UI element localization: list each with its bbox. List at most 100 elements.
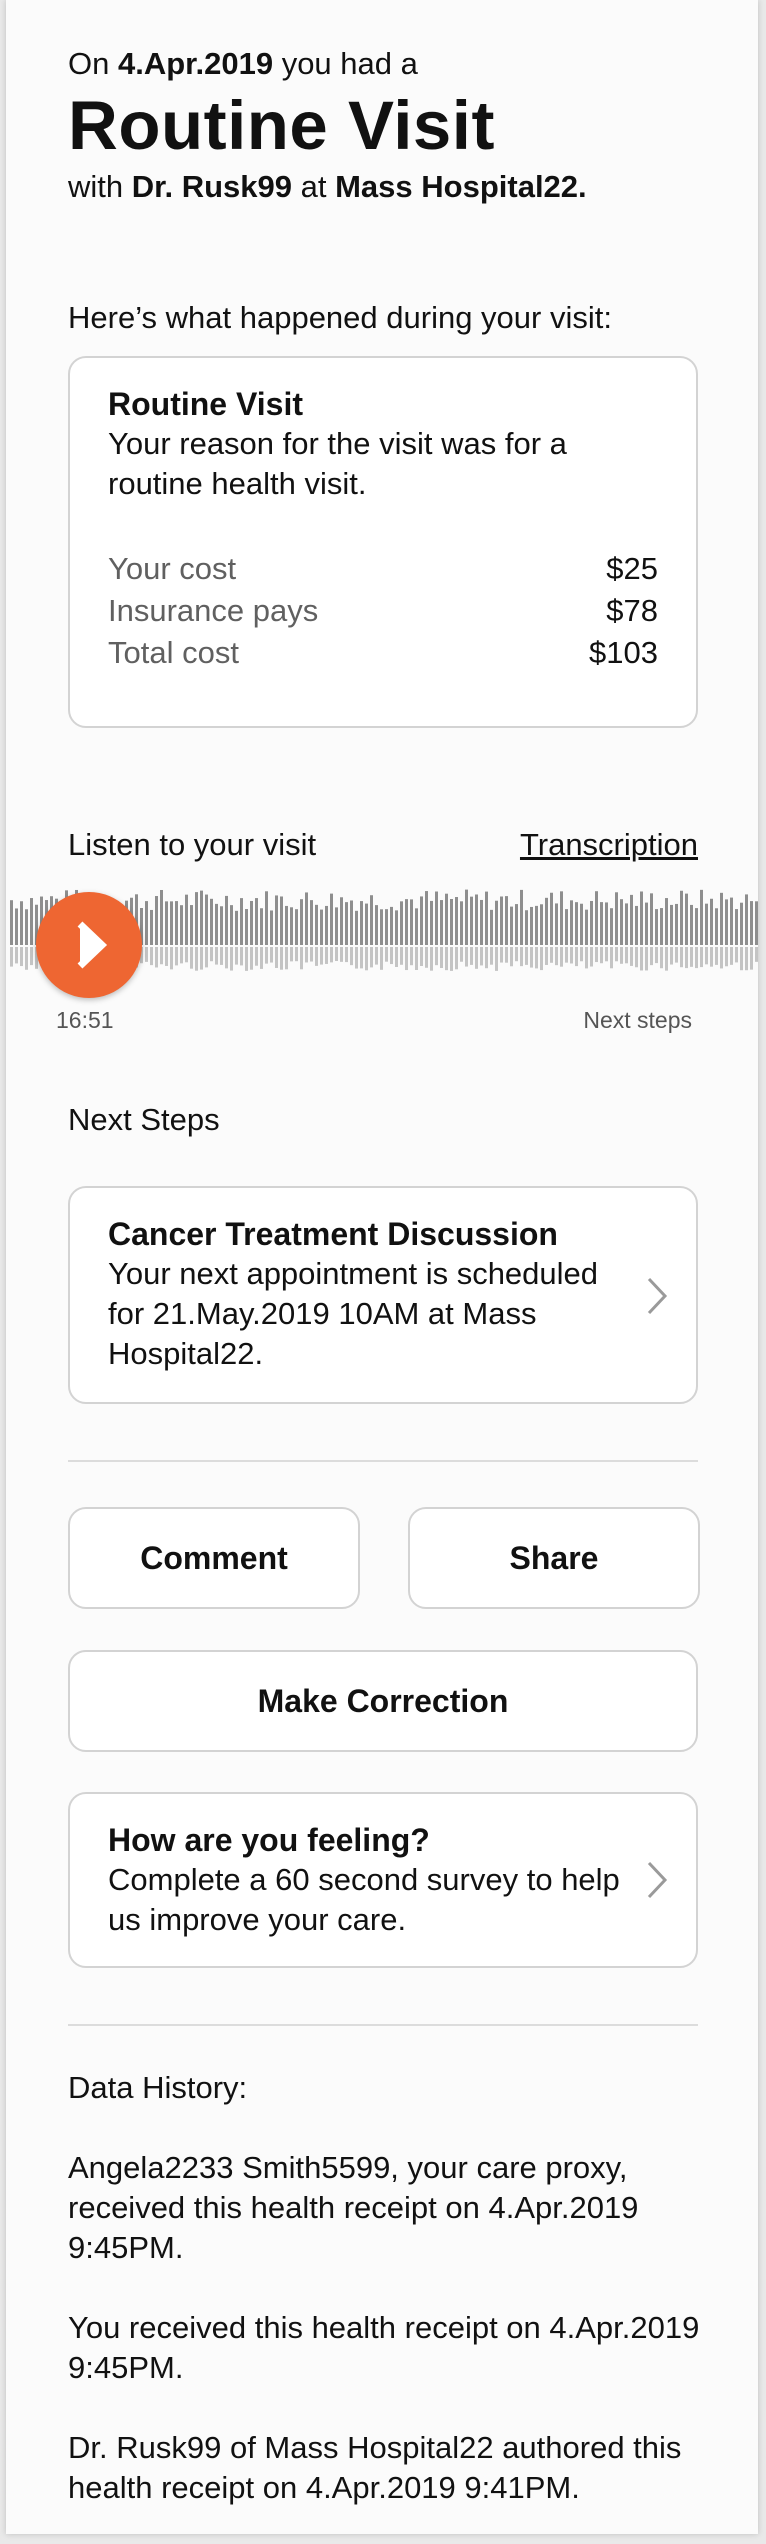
waveform-bar bbox=[410, 899, 413, 945]
comment-button[interactable]: Comment bbox=[68, 1507, 360, 1609]
waveform-bar-reflection bbox=[235, 947, 238, 965]
waveform-bar bbox=[260, 908, 263, 945]
waveform-bar-reflection bbox=[180, 947, 183, 964]
waveform-bar bbox=[720, 892, 723, 945]
waveform-bar bbox=[565, 909, 568, 945]
waveform-bar bbox=[275, 895, 278, 945]
waveform-bar bbox=[250, 900, 253, 945]
waveform-bar bbox=[315, 904, 318, 945]
waveform-bar-reflection bbox=[305, 947, 308, 963]
waveform-bar-reflection bbox=[730, 947, 733, 965]
next-steps-marker[interactable]: Next steps bbox=[583, 1007, 692, 1034]
waveform-bar bbox=[650, 893, 653, 945]
waveform-bar-reflection bbox=[705, 947, 708, 965]
next-appointment-card[interactable]: Cancer Treatment Discussion Your next ap… bbox=[68, 1186, 698, 1404]
waveform-bar-reflection bbox=[625, 947, 628, 964]
waveform-bar bbox=[360, 901, 363, 945]
waveform-bar-reflection bbox=[420, 947, 423, 966]
waveform-bar-reflection bbox=[265, 947, 268, 964]
waveform-bar bbox=[725, 899, 728, 945]
waveform-bar-reflection bbox=[475, 947, 478, 969]
waveform-bar bbox=[510, 906, 513, 945]
waveform-bar-reflection bbox=[580, 947, 583, 962]
waveform-bar bbox=[215, 903, 218, 945]
make-correction-button[interactable]: Make Correction bbox=[68, 1650, 698, 1752]
waveform-bar-reflection bbox=[640, 947, 643, 971]
waveform-bar bbox=[235, 910, 238, 945]
waveform-bar bbox=[575, 902, 578, 945]
waveform-bar bbox=[670, 904, 673, 945]
waveform-bar-reflection bbox=[15, 947, 18, 964]
waveform-bar-reflection bbox=[515, 947, 518, 962]
waveform-bar bbox=[570, 900, 573, 945]
waveform-bar bbox=[485, 891, 488, 945]
waveform-bar-reflection bbox=[300, 947, 303, 970]
history-entry: Dr. Rusk99 of Mass Hospital22 authored t… bbox=[68, 2430, 682, 2505]
visit-card-title: Routine Visit bbox=[108, 386, 303, 422]
waveform-bar-reflection bbox=[330, 947, 333, 963]
waveform-bar-reflection bbox=[595, 947, 598, 963]
waveform-bar bbox=[665, 898, 668, 945]
waveform-bar bbox=[160, 889, 163, 945]
waveform-bar-reflection bbox=[250, 947, 253, 970]
waveform-bar bbox=[625, 903, 628, 945]
waveform-bar bbox=[230, 905, 233, 945]
waveform-bar bbox=[615, 892, 618, 945]
waveform-bar bbox=[255, 898, 258, 945]
waveform-bar-reflection bbox=[345, 947, 348, 963]
waveform-bar-reflection bbox=[495, 947, 498, 971]
waveform-bar-reflection bbox=[275, 947, 278, 968]
waveform-bar bbox=[540, 904, 543, 945]
cost-table: Your cost $25 Insurance pays $78 Total c… bbox=[108, 548, 658, 674]
waveform-bar bbox=[735, 909, 738, 945]
waveform-bar bbox=[340, 897, 343, 945]
waveform-bar bbox=[400, 901, 403, 945]
listen-label: Listen to your visit bbox=[68, 827, 317, 862]
waveform-bar bbox=[200, 890, 203, 945]
visit-intro: On 4.Apr.2019 you had a Routine Visit wi… bbox=[68, 44, 708, 208]
audio-timestamp: 16:51 bbox=[56, 1007, 114, 1033]
share-button[interactable]: Share bbox=[408, 1507, 700, 1609]
waveform-bar-reflection bbox=[645, 947, 648, 971]
waveform-bar-reflection bbox=[505, 947, 508, 963]
waveform-bar-reflection bbox=[355, 947, 358, 969]
chevron-right-icon bbox=[647, 1277, 668, 1315]
waveform-bar bbox=[460, 901, 463, 945]
transcription-link[interactable]: Transcription bbox=[520, 825, 698, 865]
waveform-bar bbox=[495, 900, 498, 945]
waveform-bar-reflection bbox=[745, 947, 748, 971]
waveform-bar-reflection bbox=[735, 947, 738, 963]
waveform-bar-reflection bbox=[570, 947, 573, 964]
play-button[interactable] bbox=[36, 892, 142, 998]
waveform-bar-reflection bbox=[690, 947, 693, 967]
waveform-bar-reflection bbox=[205, 947, 208, 968]
waveform-bar bbox=[520, 889, 523, 945]
waveform-bar bbox=[465, 889, 468, 945]
data-history: Data History: Angela2233 Smith5599, your… bbox=[68, 2068, 718, 2534]
waveform-bar-reflection bbox=[340, 947, 343, 962]
waveform-bar-reflection bbox=[335, 947, 338, 962]
waveform-bar bbox=[265, 891, 268, 945]
waveform-bar-reflection bbox=[280, 947, 283, 970]
feeling-survey-card[interactable]: How are you feeling? Complete a 60 secon… bbox=[68, 1792, 698, 1968]
waveform-bar bbox=[605, 902, 608, 945]
waveform-bar-reflection bbox=[145, 947, 148, 962]
waveform-bar-reflection bbox=[160, 947, 163, 965]
waveform-bar-reflection bbox=[210, 947, 213, 962]
cost-row: Total cost $103 bbox=[108, 632, 658, 674]
waveform-bar-reflection bbox=[170, 947, 173, 970]
waveform-bar-reflection bbox=[490, 947, 493, 965]
waveform-bar-reflection bbox=[405, 947, 408, 971]
history-entry: You received this health receipt on 4.Ap… bbox=[68, 2310, 700, 2385]
waveform-bar-reflection bbox=[410, 947, 413, 966]
waveform-bar bbox=[295, 909, 298, 945]
cost-value: $25 bbox=[606, 551, 658, 586]
cost-label: Insurance pays bbox=[108, 593, 319, 628]
waveform-bar-reflection bbox=[740, 947, 743, 971]
waveform-bar-reflection bbox=[650, 947, 653, 966]
waveform-bar-reflection bbox=[535, 947, 538, 969]
waveform-bar bbox=[680, 890, 683, 945]
waveform-bar-reflection bbox=[25, 947, 28, 970]
waveform-bar-reflection bbox=[465, 947, 468, 967]
waveform-bar bbox=[700, 889, 703, 945]
